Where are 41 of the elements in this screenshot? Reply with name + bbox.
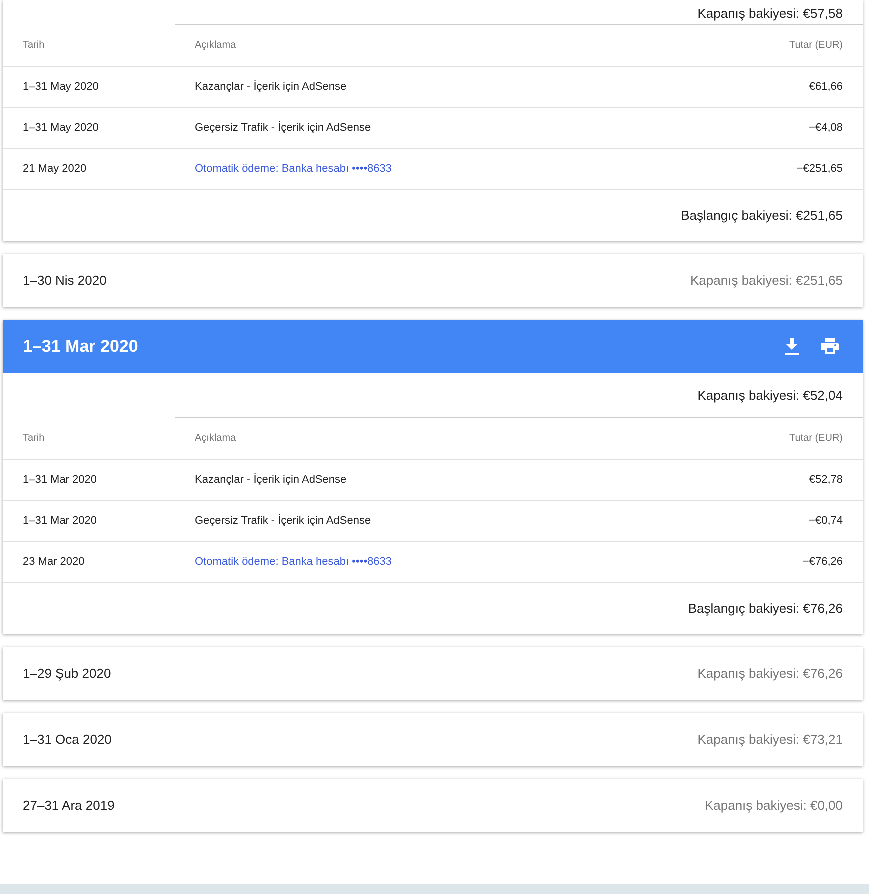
statement-summary[interactable]: 1–30 Nis 2020 Kapanış bakiyesi: €251,65 (3, 254, 863, 307)
amount-cell-text: −€4,08 (808, 122, 843, 134)
statement-period: 1–31 Mar 2020 (23, 336, 140, 356)
closing-balance: Kapanış bakiyesi: €52,04 (698, 388, 843, 402)
closing-balance: Kapanış bakiyesi: €73,21 (698, 732, 843, 747)
column-header: Açıklama (195, 433, 238, 444)
closing-balance: Kapanış bakiyesi: €57,58 (698, 6, 843, 21)
column-header: Açıklama (195, 40, 238, 51)
date-cell-text: 21 May 2020 (23, 163, 88, 175)
column-header: Tutar (EUR) (788, 40, 843, 51)
column-header: Tarih (23, 433, 46, 444)
payment-link[interactable]: Otomatik ödeme: Banka hesabı ••••8633 (195, 163, 683, 175)
description-cell-text: Geçersiz Trafik - İçerik için AdSense (195, 122, 372, 134)
closing-balance: Kapanış bakiyesi: €251,65 (690, 273, 843, 288)
date-cell-text: 1–31 May 2020 (23, 81, 100, 93)
statement-period: 1–29 Şub 2020 (23, 666, 112, 681)
statement-period: 1–31 Oca 2020 (23, 732, 113, 747)
statement-summary[interactable]: 1–31 Oca 2020 Kapanış bakiyesi: €73,21 (3, 713, 863, 766)
statement-period: 1–30 Nis 2020 (23, 273, 108, 288)
opening-balance: Başlangıç bakiyesi: €76,26 (688, 601, 843, 616)
date-cell-text: 1–31 Mar 2020 (23, 515, 98, 527)
column-header: Tarih (23, 40, 46, 51)
description-cell-text: Kazançlar - İçerik için AdSense (195, 474, 348, 486)
date-cell-text: 1–31 May 2020 (23, 122, 100, 134)
statement-summary[interactable]: 1–29 Şub 2020 Kapanış bakiyesi: €76,26 (3, 647, 863, 700)
amount-cell-text: −€76,26 (802, 556, 843, 568)
statement-summary[interactable]: 27–31 Ara 2019 Kapanış bakiyesi: €0,00 (3, 779, 863, 832)
payment-link[interactable]: Otomatik ödeme: Banka hesabı ••••8633 (195, 556, 683, 568)
column-header: Tutar (EUR) (788, 433, 843, 444)
amount-cell-text: €52,78 (808, 474, 843, 486)
amount-cell-text: −€0,74 (808, 515, 843, 527)
statement-period: 27–31 Ara 2019 (23, 798, 116, 813)
closing-balance: Kapanış bakiyesi: €76,26 (698, 666, 843, 681)
amount-cell-text: €61,66 (808, 81, 843, 93)
date-cell-text: 23 Mar 2020 (23, 556, 86, 568)
closing-balance: Kapanış bakiyesi: €0,00 (704, 798, 843, 813)
description-cell-text: Kazançlar - İçerik için AdSense (195, 81, 348, 93)
amount-cell-text: −€251,65 (796, 163, 843, 175)
description-cell-text: Geçersiz Trafik - İçerik için AdSense (195, 515, 372, 527)
date-cell-text: 1–31 Mar 2020 (23, 474, 98, 486)
opening-balance: Başlangıç bakiyesi: €251,65 (681, 208, 843, 223)
